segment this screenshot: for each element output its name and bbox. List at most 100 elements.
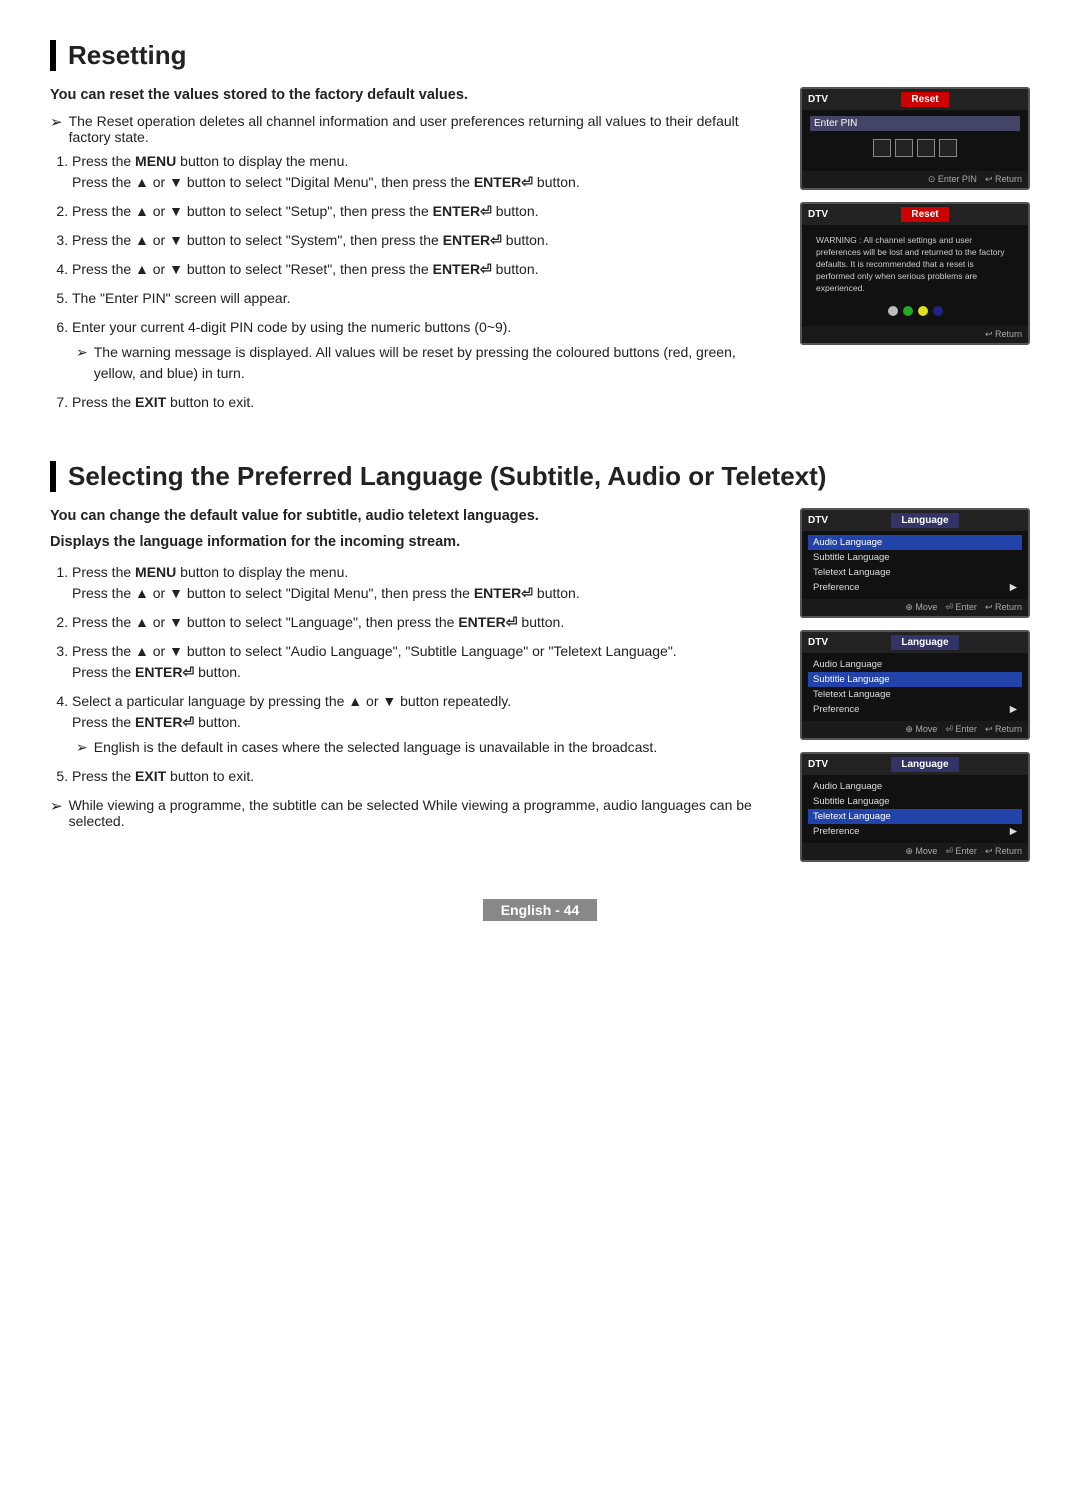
language-arrow-1: ➢ While viewing a programme, the subtitl… (50, 797, 770, 829)
language-intro-bold: You can change the default value for sub… (50, 508, 770, 524)
lang1-dtv: DTV (808, 515, 828, 526)
resetting-steps: Press the MENU button to display the men… (50, 151, 770, 413)
lang3-return-btn: ↩ Return (985, 846, 1022, 857)
lang-sub-arrow-icon: ➢ (76, 737, 88, 758)
warning-screen-footer: ↩ Return (802, 326, 1028, 343)
language-steps: Press the MENU button to display the men… (50, 562, 770, 787)
lang-screen-2: DTV Language Audio Language Subtitle Lan… (800, 630, 1030, 740)
pin-screen-body: Enter PIN (802, 110, 1028, 171)
lang1-move-btn: ⊕ Move (905, 602, 937, 613)
resetting-section: Resetting You can reset the values store… (50, 40, 1030, 421)
pin-screen-footer: ⊙ Enter PIN ↩ Return (802, 171, 1028, 188)
resetting-text-col: You can reset the values stored to the f… (50, 87, 770, 421)
step-1: Press the MENU button to display the men… (72, 151, 770, 193)
step-6: Enter your current 4-digit PIN code by u… (72, 317, 770, 384)
lang2-teletext: Teletext Language (808, 687, 1022, 702)
lang-screen-2-header: DTV Language (802, 632, 1028, 653)
warning-screen-header: DTV Reset (802, 204, 1028, 225)
lang1-teletext: Teletext Language (808, 565, 1022, 580)
language-section: Selecting the Preferred Language (Subtit… (50, 461, 1030, 862)
page-number-label: English - 44 (483, 899, 598, 921)
lang2-subtitle: Subtitle Language (808, 672, 1022, 687)
lang3-pref-arrow: ▶ (1010, 826, 1017, 837)
language-text-col: You can change the default value for sub… (50, 508, 770, 862)
warning-dtv-label: DTV (808, 209, 828, 220)
resetting-arrow-text: The Reset operation deletes all channel … (69, 113, 770, 145)
lang-step-4: Select a particular language by pressing… (72, 691, 770, 758)
lang1-title: Language (891, 513, 958, 528)
resetting-intro: You can reset the values stored to the f… (50, 87, 770, 103)
pin-box-1 (873, 139, 891, 157)
step-3: Press the ▲ or ▼ button to select "Syste… (72, 230, 770, 251)
lang2-enter-btn: ⏎ Enter (945, 724, 977, 735)
sub-arrow-icon: ➢ (76, 342, 88, 384)
page-number: English - 44 (50, 902, 1030, 918)
lang-screen-1-body: Audio Language Subtitle Language Teletex… (802, 531, 1028, 599)
dot-blue (933, 306, 943, 316)
pin-boxes (810, 139, 1020, 157)
lang-screen-1-header: DTV Language (802, 510, 1028, 531)
pin-box-2 (895, 139, 913, 157)
colored-dots (810, 306, 1020, 316)
step-6-sub: The warning message is displayed. All va… (94, 342, 770, 384)
lang1-enter-btn: ⏎ Enter (945, 602, 977, 613)
lang2-title: Language (891, 635, 958, 650)
return-btn: ↩ Return (985, 174, 1022, 185)
language-intro-bold2: Displays the language information for th… (50, 534, 770, 550)
warning-title-bar: Reset (901, 207, 948, 222)
warning-text: WARNING : All channel settings and user … (810, 231, 1020, 298)
lang-screen-1-footer: ⊕ Move ⏎ Enter ↩ Return (802, 599, 1028, 616)
lang1-pref-arrow: ▶ (1010, 582, 1017, 593)
resetting-arrow-1: ➢ The Reset operation deletes all channe… (50, 113, 770, 145)
pin-title-bar: Reset (901, 92, 948, 107)
lang-screen-3-footer: ⊕ Move ⏎ Enter ↩ Return (802, 843, 1028, 860)
lang3-move-btn: ⊕ Move (905, 846, 937, 857)
step-2: Press the ▲ or ▼ button to select "Setup… (72, 201, 770, 222)
lang1-return-btn: ↩ Return (985, 602, 1022, 613)
warning-screen-body: WARNING : All channel settings and user … (802, 225, 1028, 326)
lang-step-1: Press the MENU button to display the men… (72, 562, 770, 604)
pin-dtv-label: DTV (808, 94, 828, 105)
lang1-audio: Audio Language (808, 535, 1022, 550)
lang-screen-2-footer: ⊕ Move ⏎ Enter ↩ Return (802, 721, 1028, 738)
lang-screen-3: DTV Language Audio Language Subtitle Lan… (800, 752, 1030, 862)
lang1-subtitle: Subtitle Language (808, 550, 1022, 565)
lang3-preference: Preference ▶ (808, 824, 1022, 839)
pin-box-3 (917, 139, 935, 157)
lang1-preference: Preference ▶ (808, 580, 1022, 595)
lang2-pref-arrow: ▶ (1010, 704, 1017, 715)
lang1-pref-label: Preference (813, 582, 859, 593)
lang-step-2: Press the ▲ or ▼ button to select "Langu… (72, 612, 770, 633)
lang2-pref-label: Preference (813, 704, 859, 715)
lang-step-3: Press the ▲ or ▼ button to select "Audio… (72, 641, 770, 683)
language-arrow-text: While viewing a programme, the subtitle … (69, 797, 770, 829)
lang3-enter-btn: ⏎ Enter (945, 846, 977, 857)
language-screens: DTV Language Audio Language Subtitle Lan… (800, 508, 1030, 862)
enter-pin-btn: ⊙ Enter PIN (928, 174, 977, 185)
lang-step-5: Press the EXIT button to exit. (72, 766, 770, 787)
dot-yellow (918, 306, 928, 316)
lang-arrow-icon: ➢ (50, 797, 63, 829)
dot-grey (888, 306, 898, 316)
lang-screen-1: DTV Language Audio Language Subtitle Lan… (800, 508, 1030, 618)
enter-pin-label: Enter PIN (810, 116, 1020, 131)
lang3-audio: Audio Language (808, 779, 1022, 794)
step-5: The "Enter PIN" screen will appear. (72, 288, 770, 309)
dot-green (903, 306, 913, 316)
arrow-icon: ➢ (50, 113, 63, 145)
lang2-move-btn: ⊕ Move (905, 724, 937, 735)
lang2-return-btn: ↩ Return (985, 724, 1022, 735)
lang3-teletext: Teletext Language (808, 809, 1022, 824)
lang2-dtv: DTV (808, 637, 828, 648)
lang-screen-2-body: Audio Language Subtitle Language Teletex… (802, 653, 1028, 721)
pin-box-4 (939, 139, 957, 157)
step-7: Press the EXIT button to exit. (72, 392, 770, 413)
step-4: Press the ▲ or ▼ button to select "Reset… (72, 259, 770, 280)
lang-screen-3-header: DTV Language (802, 754, 1028, 775)
pin-screen-header: DTV Reset (802, 89, 1028, 110)
lang3-dtv: DTV (808, 759, 828, 770)
language-title: Selecting the Preferred Language (Subtit… (50, 461, 1030, 492)
lang2-audio: Audio Language (808, 657, 1022, 672)
lang3-pref-label: Preference (813, 826, 859, 837)
resetting-screens: DTV Reset Enter PIN ⊙ Enter PIN ↩ Retur (800, 87, 1030, 421)
